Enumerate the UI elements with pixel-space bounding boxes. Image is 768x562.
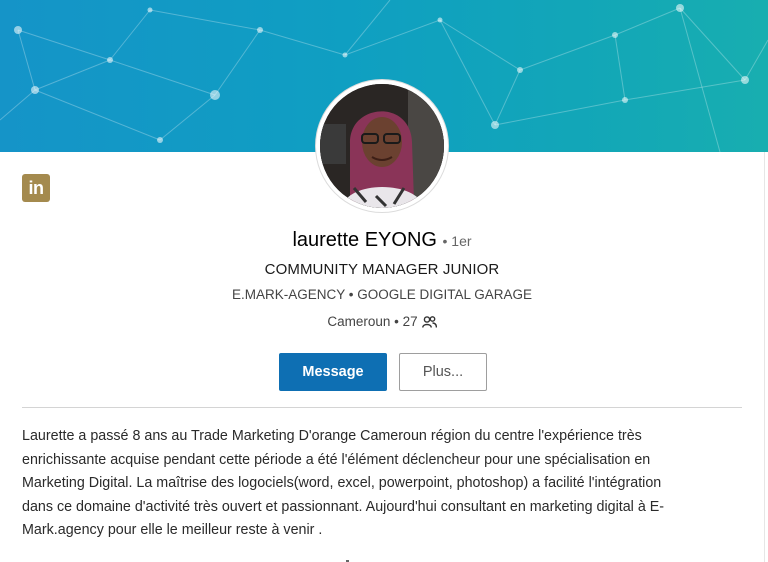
about-line: Marketing Digital. La maîtrise des logoc… [22, 475, 662, 491]
about-summary: Laurette a passé 8 ans au Trade Marketin… [22, 425, 746, 543]
profile-name: laurette EYONG [292, 229, 437, 251]
profile-headline: COMMUNITY MANAGER JUNIOR [264, 261, 500, 278]
about-line: enrichissante acquise pendant cette péri… [22, 451, 651, 468]
connection-degree: • 1er [442, 233, 472, 249]
about-line: Mark.agency pour elle le meilleur reste … [22, 522, 323, 538]
divider [22, 407, 742, 408]
profile-name-row: laurette EYONG • 1er [0, 229, 764, 252]
people-icon[interactable] [421, 316, 437, 331]
about-line: Laurette a passé 8 ans au Trade Marketin… [22, 428, 642, 444]
meta-separator: • [394, 314, 399, 329]
profile-companies: E.MARK-AGENCY • GOOGLE DIGITAL GARAGE [231, 287, 533, 302]
profile-location: Cameroun [327, 314, 391, 329]
linkedin-icon[interactable]: in [22, 174, 50, 202]
cut-off-content [330, 553, 400, 562]
more-button[interactable]: Plus... [399, 353, 487, 391]
connections-count[interactable]: 27 [403, 314, 418, 329]
profile-meta-row: Cameroun • 27 [0, 314, 764, 331]
avatar-photo [320, 84, 444, 208]
about-line: dans ce domaine d'activité très ouvert e… [22, 498, 665, 515]
profile-avatar[interactable] [316, 80, 448, 212]
message-button[interactable]: Message [279, 353, 387, 391]
card-border [764, 152, 765, 562]
